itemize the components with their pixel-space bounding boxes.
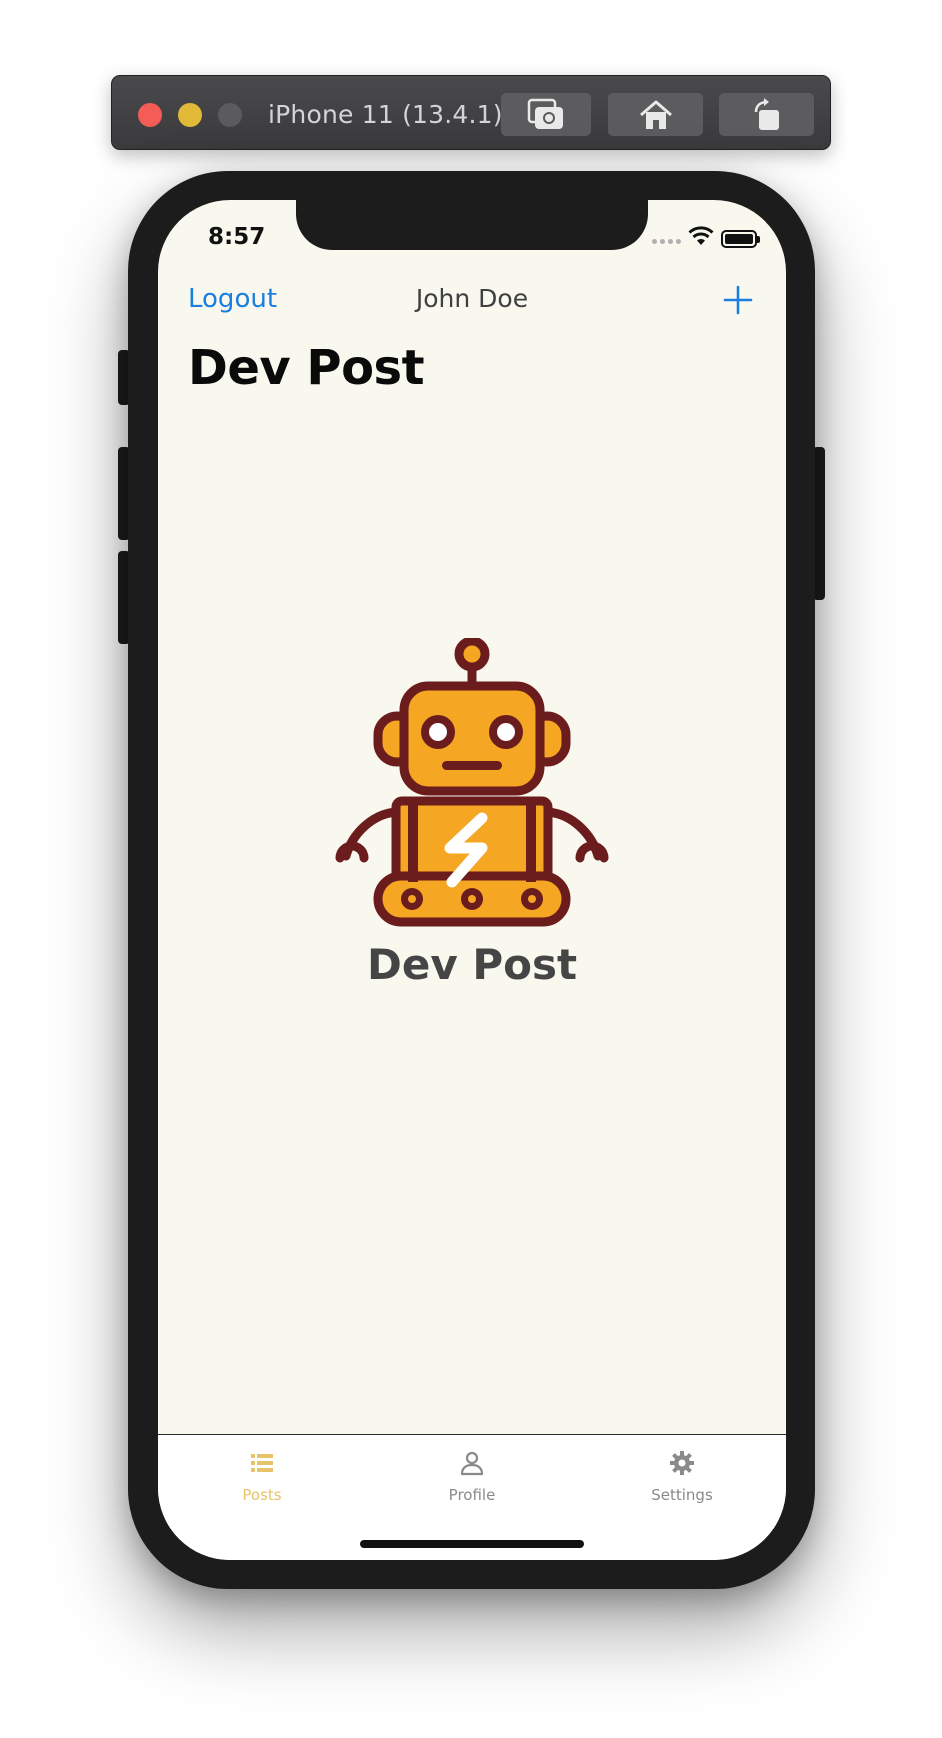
robot-icon: [335, 638, 609, 927]
tab-profile[interactable]: Profile: [392, 1435, 552, 1525]
close-window-button[interactable]: [138, 103, 162, 127]
screenshot-button[interactable]: [501, 93, 591, 136]
tab-profile-label: Profile: [448, 1486, 496, 1504]
tab-posts-label: Posts: [242, 1486, 282, 1504]
zoom-window-button[interactable]: [218, 103, 242, 127]
battery-icon: [721, 230, 760, 248]
cellular-signal-icon: [652, 239, 681, 244]
rotate-button[interactable]: [719, 93, 814, 136]
home-indicator[interactable]: [360, 1540, 584, 1548]
tab-settings[interactable]: Settings: [602, 1435, 762, 1525]
home-button[interactable]: [608, 93, 703, 136]
tab-posts[interactable]: Posts: [182, 1435, 342, 1525]
gear-icon: [670, 1451, 694, 1475]
tab-settings-label: Settings: [651, 1486, 713, 1504]
nav-title: John Doe: [415, 284, 529, 313]
home-icon: [639, 100, 672, 129]
wifi-icon: [688, 226, 714, 245]
logo-text: Dev Post: [366, 940, 578, 989]
rotate-icon: [754, 97, 779, 130]
notch: [296, 200, 648, 250]
simulator-title: iPhone 11 (13.4.1): [268, 100, 503, 129]
screenshot-icon: [527, 98, 563, 129]
list-icon: [251, 1454, 273, 1472]
page-title: Dev Post: [188, 340, 425, 396]
simulator-toolbar: iPhone 11 (13.4.1): [111, 75, 831, 150]
phone-screen: 8:57 Logout John Doe Dev Post Dev Post P…: [158, 200, 786, 1560]
add-post-button[interactable]: [722, 284, 754, 316]
status-time: 8:57: [208, 224, 266, 250]
minimize-window-button[interactable]: [178, 103, 202, 127]
plus-icon: [723, 285, 753, 315]
person-icon: [460, 1451, 484, 1476]
